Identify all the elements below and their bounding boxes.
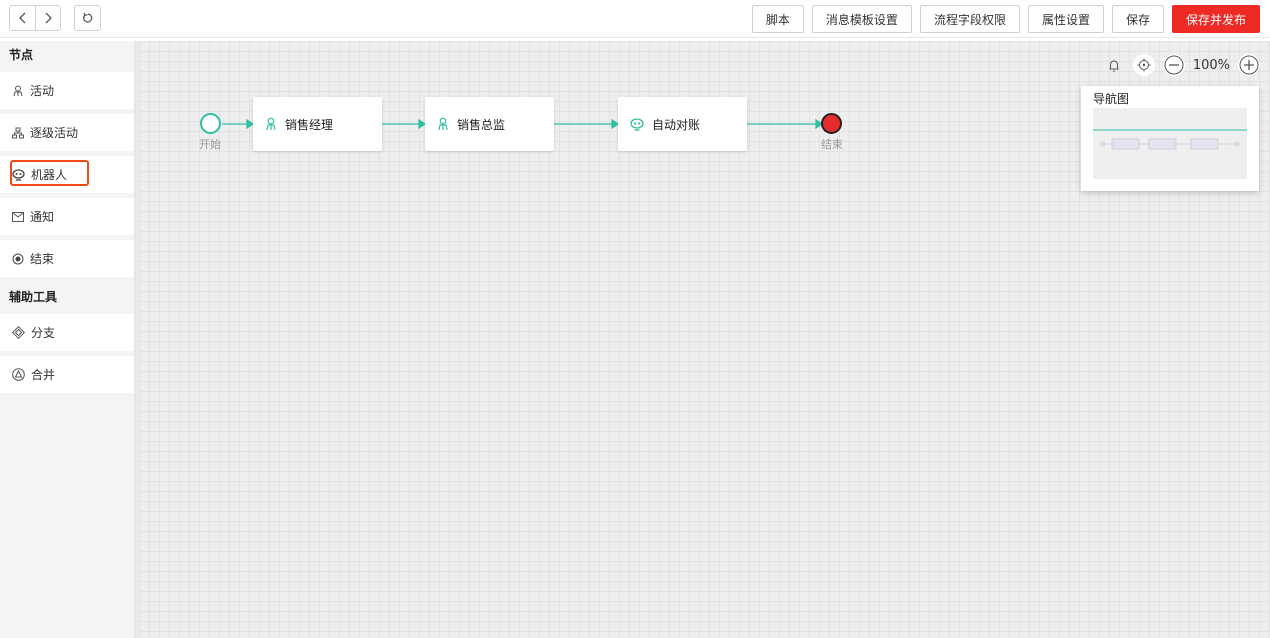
flow-node-label: 销售经理	[285, 117, 334, 132]
robot-icon	[630, 117, 644, 131]
end-node-label: 结束	[821, 138, 843, 151]
zoom-controls: 100%	[1103, 54, 1260, 76]
person-icon	[266, 117, 276, 131]
bell-button[interactable]	[1103, 54, 1125, 76]
start-node-label: 开始	[199, 138, 221, 151]
flow-node-sales-manager[interactable]: 销售经理	[253, 97, 382, 151]
minimap-preview	[1093, 129, 1247, 150]
start-node[interactable]	[200, 113, 221, 134]
minimap-viewport[interactable]	[1093, 108, 1247, 179]
flow-node-label: 自动对账	[652, 117, 701, 132]
minimap-title: 导航图	[1093, 92, 1130, 106]
person-icon	[438, 117, 448, 131]
zoom-level: 100%	[1192, 57, 1230, 73]
flow-node-label: 销售总监	[457, 117, 506, 132]
locate-icon	[1137, 58, 1151, 72]
flow-node-sales-director[interactable]: 销售总监	[425, 97, 554, 151]
end-node[interactable]	[821, 113, 842, 134]
zoom-in-button[interactable]	[1238, 54, 1260, 76]
flow-node-auto-reconcile[interactable]: 自动对账	[618, 97, 747, 151]
zoom-out-button[interactable]	[1162, 54, 1185, 76]
minimap-panel: 导航图	[1081, 86, 1259, 191]
bell-icon	[1109, 60, 1119, 71]
plus-icon	[1239, 55, 1259, 75]
flow-connectors	[222, 118, 824, 130]
locate-button[interactable]	[1132, 54, 1155, 76]
minus-icon	[1164, 55, 1184, 75]
